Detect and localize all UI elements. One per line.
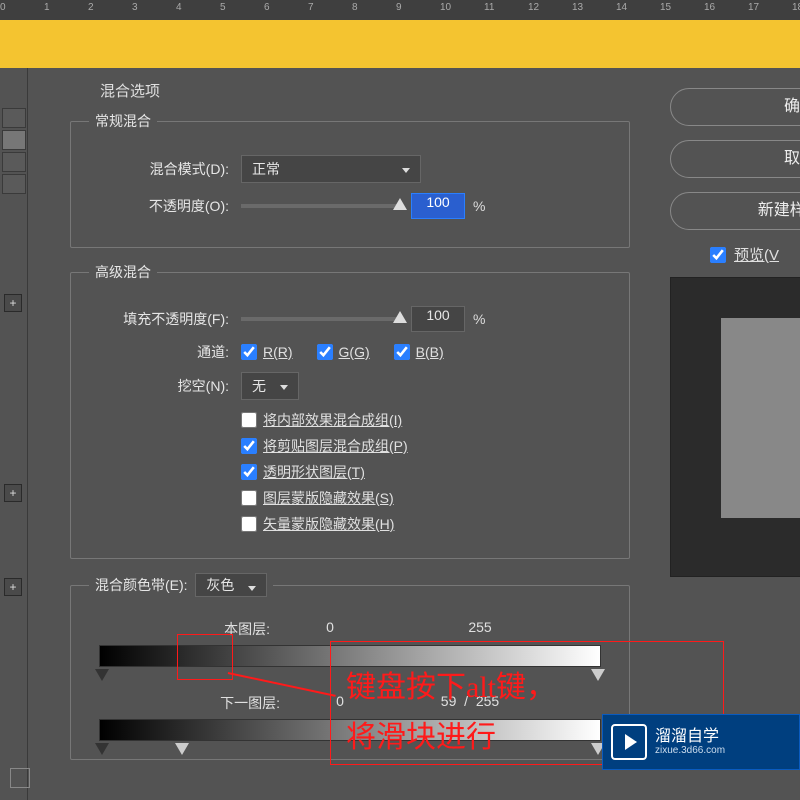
knockout-dropdown[interactable]: 无 [241, 372, 299, 400]
panel-title: 混合选项 [100, 80, 630, 101]
style-item[interactable] [2, 174, 26, 194]
ruler-tick: 4 [176, 2, 182, 13]
ruler-tick: 18 [792, 2, 800, 13]
play-icon [611, 724, 647, 760]
ruler-tick: 2 [88, 2, 94, 13]
ruler-tick: 8 [352, 2, 358, 13]
blend-mode-label: 混合模式(D): [89, 159, 229, 179]
fill-opacity-slider[interactable] [241, 317, 401, 321]
ruler-tick: 16 [704, 2, 715, 13]
dialog-buttons: 确定 取消 新建样式(W 预览(V [670, 88, 800, 577]
cancel-button[interactable]: 取消 [670, 140, 800, 178]
style-item-selected[interactable] [2, 130, 26, 150]
logo-subtitle: zixue.3d66.com [655, 745, 725, 756]
ruler-tick: 14 [616, 2, 627, 13]
ruler-tick: 6 [264, 2, 270, 13]
style-item[interactable] [2, 108, 26, 128]
ruler-tick: 5 [220, 2, 226, 13]
logo-title: 溜溜自学 [655, 728, 719, 745]
opacity-label: 不透明度(O): [89, 196, 229, 216]
opt-vector-mask-hides[interactable]: 矢量蒙版隐藏效果(H) [241, 514, 611, 534]
ruler-tick: 12 [528, 2, 539, 13]
under-layer-label: 下一图层: [200, 693, 280, 713]
percent-label: % [473, 311, 485, 327]
blend-if-channel-dropdown[interactable]: 灰色 [195, 573, 267, 597]
styles-list-stub: + + + [0, 68, 28, 800]
channel-g-checkbox[interactable]: G(G) [317, 344, 370, 360]
this-layer-high: 255 [450, 619, 510, 639]
add-style-button[interactable]: + [4, 294, 22, 312]
annotation-text-1: 键盘按下alt键， [346, 662, 556, 706]
ruler-tick: 9 [396, 2, 402, 13]
knockout-label: 挖空(N): [89, 376, 229, 396]
fill-opacity-label: 填充不透明度(F): [89, 309, 229, 329]
ruler-tick: 11 [484, 2, 494, 13]
fill-opacity-input[interactable]: 100 [411, 306, 465, 332]
ruler: 0123456789101112131415161718 [0, 0, 800, 20]
channel-r-checkbox[interactable]: R(R) [241, 344, 293, 360]
slider-thumb-icon[interactable] [393, 311, 407, 323]
annotation-text-2: 将滑块进行 [346, 712, 496, 756]
ruler-tick: 13 [572, 2, 583, 13]
this-layer-low: 0 [300, 619, 360, 639]
opt-transparency-shapes[interactable]: 透明形状图层(T) [241, 462, 611, 482]
opacity-slider[interactable] [241, 204, 401, 208]
trash-icon[interactable] [10, 768, 30, 788]
advanced-blending-group: 高级混合 填充不透明度(F): 100 % 通道: R(R) G(G) B(B)… [70, 262, 630, 559]
gradient-stop-left[interactable] [95, 669, 109, 681]
add-style-button[interactable]: + [4, 578, 22, 596]
opt-blend-interior[interactable]: 将内部效果混合成组(I) [241, 410, 611, 430]
ruler-tick: 10 [440, 2, 451, 13]
ruler-tick: 0 [0, 2, 6, 13]
add-style-button[interactable]: + [4, 484, 22, 502]
gradient-stop-left[interactable] [95, 743, 109, 755]
ruler-tick: 7 [308, 2, 314, 13]
preview-checkbox[interactable]: 预览(V [710, 244, 800, 265]
opt-blend-clipped[interactable]: 将剪贴图层混合成组(P) [241, 436, 611, 456]
ruler-tick: 1 [44, 2, 50, 13]
this-layer-label: 本图层: [190, 619, 270, 639]
blend-if-legend: 混合颜色带(E): 灰色 [89, 573, 273, 597]
blend-mode-dropdown[interactable]: 正常 [241, 155, 421, 183]
title-bar [0, 20, 800, 68]
channel-b-checkbox[interactable]: B(B) [394, 344, 444, 360]
opacity-input[interactable]: 100 [411, 193, 465, 219]
channels-label: 通道: [89, 342, 229, 362]
watermark-logo: 溜溜自学zixue.3d66.com [602, 714, 800, 770]
preview-swatch [670, 277, 800, 577]
advanced-options-list: 将内部效果混合成组(I) 将剪贴图层混合成组(P) 透明形状图层(T) 图层蒙版… [241, 410, 611, 534]
advanced-blending-legend: 高级混合 [89, 262, 157, 282]
slider-thumb-icon[interactable] [393, 198, 407, 210]
general-blending-group: 常规混合 混合模式(D): 正常 不透明度(O): 100 % [70, 111, 630, 248]
style-item[interactable] [2, 152, 26, 172]
new-style-button[interactable]: 新建样式(W [670, 192, 800, 230]
ruler-tick: 15 [660, 2, 671, 13]
opt-layer-mask-hides[interactable]: 图层蒙版隐藏效果(S) [241, 488, 611, 508]
ruler-tick: 3 [132, 2, 138, 13]
gradient-stop-right[interactable] [591, 669, 605, 681]
ruler-tick: 17 [748, 2, 759, 13]
percent-label: % [473, 198, 485, 214]
ok-button[interactable]: 确定 [670, 88, 800, 126]
gradient-stop-split[interactable] [175, 743, 189, 755]
general-blending-legend: 常规混合 [89, 111, 157, 131]
